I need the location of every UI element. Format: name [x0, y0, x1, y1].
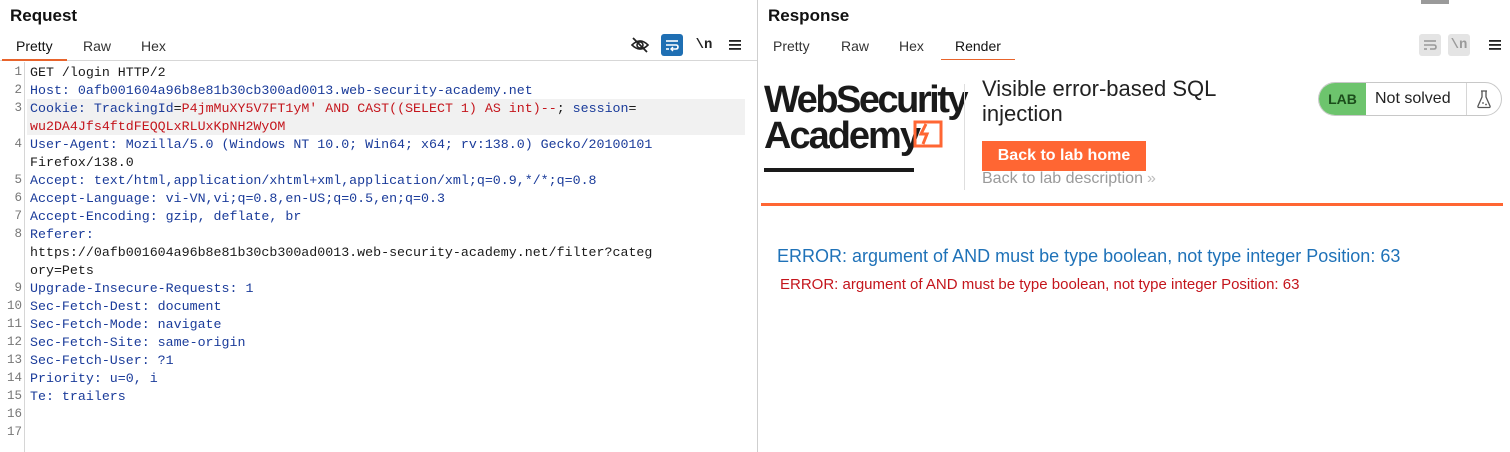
header-line: Referer:: [30, 227, 94, 242]
line-number: 12: [6, 335, 22, 349]
wrap-icon[interactable]: [661, 34, 683, 56]
line-number: 7: [14, 209, 22, 223]
line-number: 5: [14, 173, 22, 187]
request-line: Sec-Fetch-User: ?1: [30, 353, 174, 368]
header-line: Accept: text/html,application/xhtml+xml,…: [30, 173, 597, 188]
line-number: 14: [6, 371, 22, 385]
tab-hex[interactable]: Hex: [127, 36, 180, 59]
lab-label: LAB: [1319, 83, 1366, 115]
web-security-academy-logo[interactable]: WebSecurity Academy: [764, 79, 968, 172]
header-line: Accept-Language: vi-VN,vi;q=0.8,en-US;q=…: [30, 191, 445, 206]
request-pane: Request Pretty Raw Hex \n 1 2 3 4 5 6 7 …: [0, 0, 758, 452]
header-line: Te: trailers: [30, 389, 126, 404]
lab-status-badge: LAB Not solved: [1318, 82, 1502, 116]
logo-text-line1: WebSecurity: [764, 79, 968, 121]
cookie-eq2: =: [628, 101, 637, 116]
request-line: Upgrade-Insecure-Requests: 1: [30, 281, 253, 296]
hamburger-icon[interactable]: [1484, 34, 1506, 56]
tab-pretty[interactable]: Pretty: [759, 36, 824, 59]
header-line: Sec-Fetch-Mode: navigate: [30, 317, 222, 332]
cookie-eq: =: [173, 101, 182, 116]
request-line: User-Agent: Mozilla/5.0 (Windows NT 10.0…: [30, 137, 652, 152]
header-line: Priority: u=0, i: [30, 371, 158, 386]
request-line: Accept: text/html,application/xhtml+xml,…: [30, 173, 597, 188]
cookie-sep: :: [77, 101, 94, 116]
logo-underline: [764, 168, 914, 172]
cookie-header-name: Cookie: [30, 101, 78, 116]
header-line: Accept-Encoding: gzip, deflate, br: [30, 209, 302, 224]
request-line: Firefox/138.0: [30, 155, 134, 170]
cookie-session-key: session: [572, 101, 629, 116]
header-line: Host: 0afb001604a96b8e81b30cb300ad0013.w…: [30, 83, 533, 98]
line-number: 4: [14, 137, 22, 151]
tab-raw[interactable]: Raw: [69, 36, 125, 59]
rendered-page: WebSecurity Academy Visible error-based …: [758, 60, 1510, 452]
flask-icon: [1466, 83, 1501, 115]
wrap-icon[interactable]: [1419, 34, 1441, 56]
response-tab-bar: Pretty Raw Hex Render: [758, 36, 1510, 61]
line-number: 10: [6, 299, 22, 313]
lab-title: Visible error-based SQL injection: [982, 76, 1216, 126]
request-line: Host: 0afb001604a96b8e81b30cb300ad0013.w…: [30, 83, 533, 98]
line-number: 9: [14, 281, 22, 295]
line-number: 17: [6, 425, 22, 439]
line-number: 15: [6, 389, 22, 403]
request-line: Sec-Fetch-Dest: document: [30, 299, 222, 314]
line-number: 11: [6, 317, 22, 331]
header-divider: [964, 84, 965, 190]
header-rule: [761, 203, 1503, 206]
error-heading: ERROR: argument of AND must be type bool…: [777, 246, 1401, 266]
tab-hex[interactable]: Hex: [885, 36, 938, 59]
request-line: Sec-Fetch-Mode: navigate: [30, 317, 222, 332]
newline-toggle-button[interactable]: \n: [693, 34, 715, 56]
request-line: https://0afb001604a96b8e81b30cb300ad0013…: [30, 245, 653, 260]
logo-bolt-icon: [913, 120, 943, 148]
newline-toggle-button[interactable]: \n: [1448, 34, 1470, 56]
tab-raw[interactable]: Raw: [827, 36, 883, 59]
request-title: Request: [10, 6, 78, 25]
request-line: Te: trailers: [30, 389, 126, 404]
window-control-bar: [1421, 0, 1449, 4]
eye-slash-icon[interactable]: [629, 34, 651, 56]
request-line: Accept-Language: vi-VN,vi;q=0.8,en-US;q=…: [30, 191, 445, 206]
request-line: ory=Pets: [30, 263, 94, 278]
back-desc-label: Back to lab description: [982, 170, 1143, 187]
cookie-semi: ;: [556, 101, 573, 116]
cookie-tracking-key: TrackingId: [93, 101, 174, 116]
request-line: GET /login HTTP/2: [30, 65, 166, 80]
back-to-lab-description-link[interactable]: Back to lab description»: [982, 170, 1156, 188]
chevron-right-icon: »: [1146, 170, 1156, 187]
line-number: 13: [6, 353, 22, 367]
line-number: 3: [14, 101, 22, 115]
tab-render[interactable]: Render: [941, 36, 1015, 61]
cookie-line: Cookie: TrackingId=P4jmMuXY5V7FT1yM' AND…: [30, 101, 637, 116]
error-message: ERROR: argument of AND must be type bool…: [780, 276, 1300, 293]
header-line: Sec-Fetch-Dest: document: [30, 299, 222, 314]
tab-pretty[interactable]: Pretty: [2, 36, 67, 61]
line-number: 2: [14, 83, 22, 97]
request-line: Referer:: [30, 227, 94, 242]
header-line: User-Agent: Mozilla/5.0 (Windows NT 10.0…: [30, 137, 653, 152]
hamburger-icon[interactable]: [724, 34, 746, 56]
lab-status-text: Not solved: [1375, 90, 1451, 107]
logo-text-line2: Academy: [764, 115, 921, 157]
line-number: 8: [14, 227, 22, 241]
line-number: 16: [6, 407, 22, 421]
request-line: Sec-Fetch-Site: same-origin: [30, 335, 245, 350]
request-line: Priority: u=0, i: [30, 371, 158, 386]
line-number: 1: [14, 65, 22, 79]
header-line: Sec-Fetch-User: ?1: [30, 353, 174, 368]
cookie-session-value: wu2DA4Jfs4ftdFEQQLxRLUxKpNH2WyOM: [30, 119, 286, 134]
header-line: Upgrade-Insecure-Requests: 1: [30, 281, 254, 296]
response-title: Response: [768, 6, 850, 25]
request-line: Accept-Encoding: gzip, deflate, br: [30, 209, 301, 224]
header-line: Sec-Fetch-Site: same-origin: [30, 335, 246, 350]
cookie-tracking-value: P4jmMuXY5V7FT1yM' AND CAST((SELECT 1) AS…: [181, 101, 557, 116]
back-to-lab-home-button[interactable]: Back to lab home: [982, 141, 1146, 171]
request-editor[interactable]: 1 2 3 4 5 6 7 8 9 10 11 12 13 14 15 16 1…: [0, 62, 757, 452]
line-number: 6: [14, 191, 22, 205]
response-pane: Response Pretty Raw Hex Render \n WebSec…: [758, 0, 1510, 452]
